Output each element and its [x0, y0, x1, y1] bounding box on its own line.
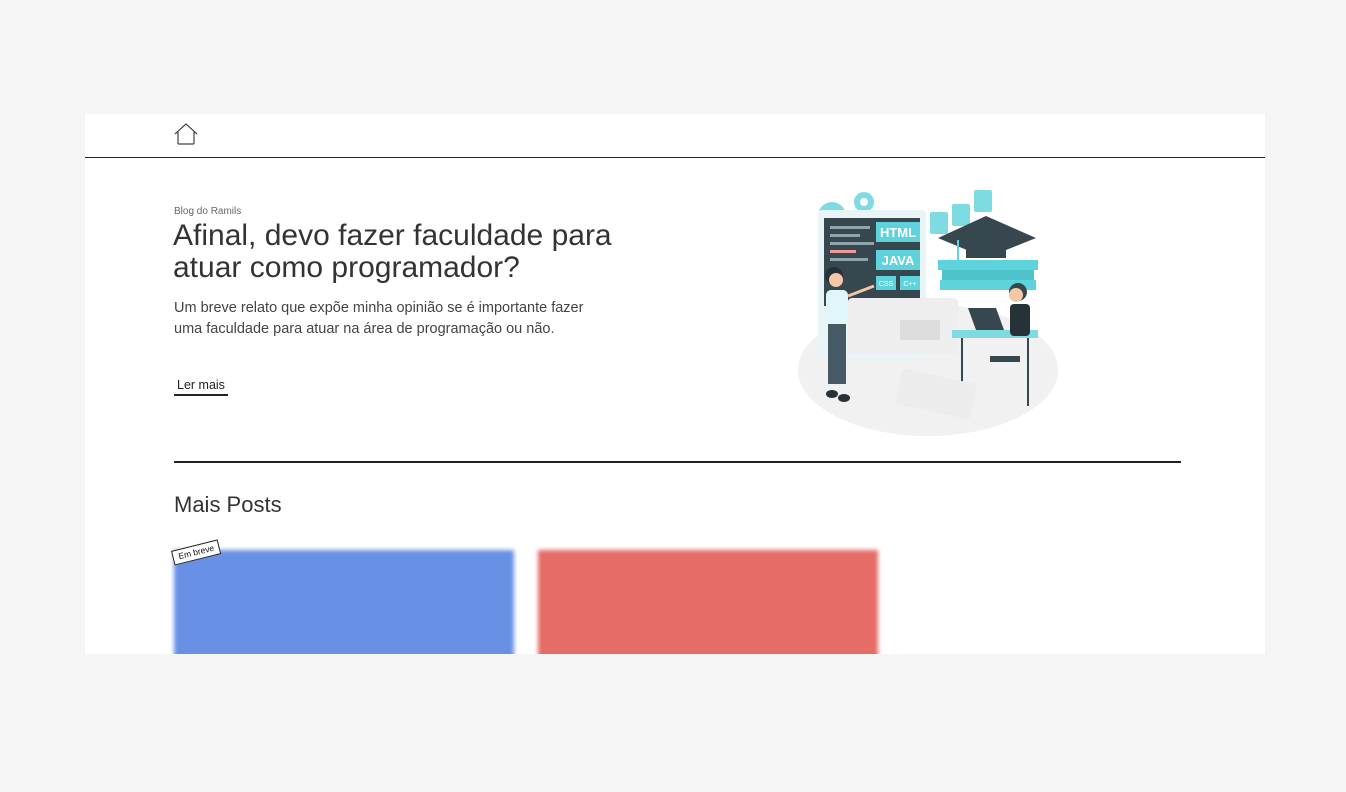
- home-button[interactable]: [173, 122, 199, 146]
- section-divider: [174, 461, 1181, 463]
- post-description: Um breve relato que expõe minha opinião …: [174, 300, 584, 337]
- top-navigation-bar: [85, 114, 1265, 158]
- post-card-1[interactable]: [174, 550, 514, 654]
- svg-text:JAVA: JAVA: [882, 253, 915, 268]
- blog-name: Blog do Ramils: [174, 206, 242, 217]
- programming-illustration: HTML JAVA CSS C++: [798, 190, 1058, 436]
- svg-text:HTML: HTML: [880, 225, 916, 240]
- home-icon: [174, 123, 198, 145]
- post-title: Afinal, devo fazer faculdade para atuar …: [173, 219, 612, 284]
- read-more-link[interactable]: Ler mais: [174, 378, 228, 396]
- svg-text:C++: C++: [903, 281, 916, 288]
- more-posts-heading: Mais Posts: [174, 492, 282, 517]
- blog-page: Blog do Ramils Afinal, devo fazer faculd…: [85, 114, 1265, 654]
- svg-text:CSS: CSS: [879, 281, 894, 288]
- post-card-2[interactable]: [538, 550, 878, 654]
